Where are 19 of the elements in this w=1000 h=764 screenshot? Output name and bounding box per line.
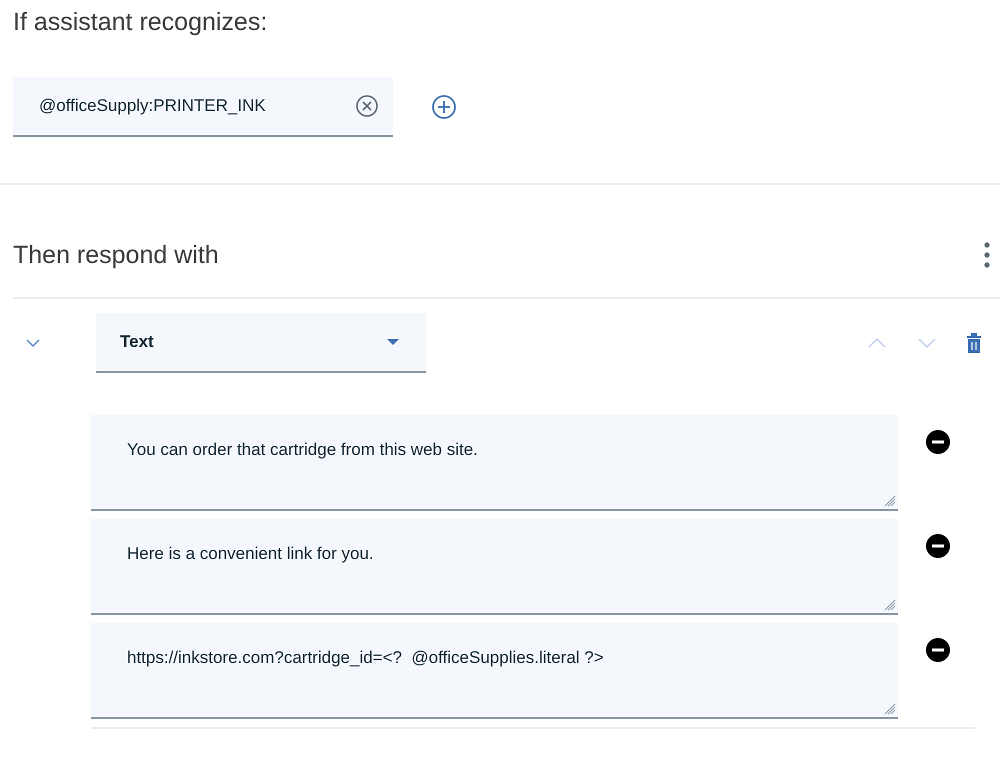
remove-icon[interactable] (926, 430, 950, 454)
section-heading: Then respond with (13, 240, 219, 270)
condition-label: @officeSupply:PRINTER_INK (39, 96, 266, 116)
response-text-field[interactable]: Here is a convenient link for you. (91, 519, 898, 615)
close-icon[interactable] (355, 94, 379, 118)
more-options-icon[interactable] (984, 241, 990, 269)
resize-grip-icon[interactable] (882, 701, 896, 715)
add-icon[interactable] (431, 94, 457, 120)
caret-icon (386, 338, 400, 346)
remove-icon[interactable] (926, 534, 950, 558)
response-text-field[interactable]: You can order that cartridge from this web site. (91, 415, 898, 511)
trash-icon[interactable] (966, 332, 982, 354)
response-type-dropdown[interactable]: Text (96, 313, 426, 373)
resize-grip-icon[interactable] (882, 493, 896, 507)
section-heading: If assistant recognizes: (13, 8, 268, 37)
response-text-field[interactable]: https://inkstore.com?cartridge_id=<? @officeSupplies.literal ?> (91, 623, 898, 719)
remove-icon[interactable] (926, 638, 950, 662)
condition-chip[interactable]: @officeSupply:PRINTER_INK (13, 77, 393, 137)
resize-grip-icon[interactable] (882, 597, 896, 611)
